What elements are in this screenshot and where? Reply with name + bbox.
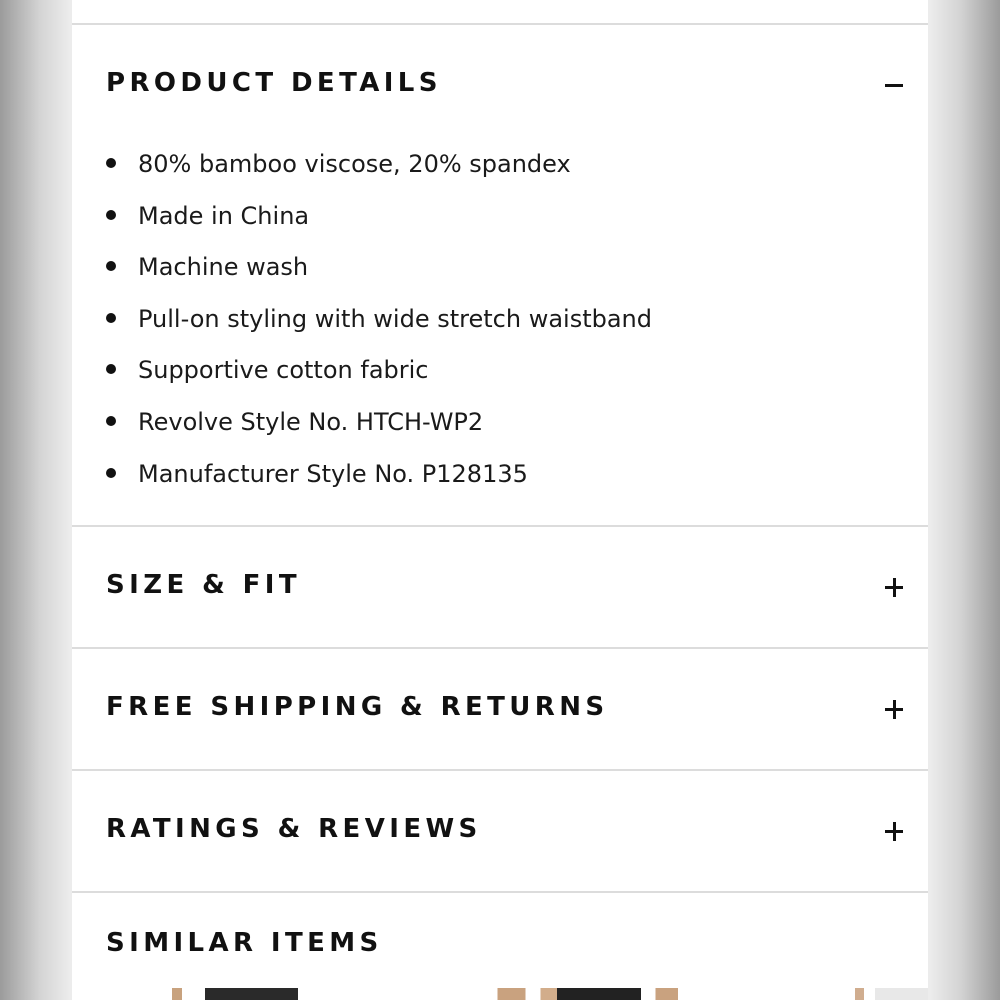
similar-item-image[interactable] [492, 988, 678, 1000]
detail-text: Manufacturer Style No. P128135 [138, 460, 528, 488]
shipping-returns-title: FREE SHIPPING & RETURNS [106, 692, 609, 722]
divider [72, 891, 928, 893]
list-item: Pull-on styling with wide stretch waistb… [72, 299, 772, 339]
list-item: Made in China [72, 196, 772, 236]
similar-items-title: SIMILAR ITEMS [106, 928, 383, 958]
list-item: Revolve Style No. HTCH-WP2 [72, 402, 772, 442]
list-item: Manufacturer Style No. P128135 [72, 454, 772, 494]
list-item: 80% bamboo viscose, 20% spandex [72, 144, 772, 184]
detail-text: 80% bamboo viscose, 20% spandex [138, 150, 571, 178]
bullet-icon [106, 364, 116, 374]
divider [72, 23, 928, 25]
detail-text: Made in China [138, 202, 310, 230]
similar-item-image[interactable] [852, 988, 928, 1000]
bullet-icon [106, 210, 116, 220]
detail-text: Machine wash [138, 253, 309, 281]
bullet-icon [106, 261, 116, 271]
plus-icon[interactable] [882, 576, 906, 600]
divider [72, 525, 928, 527]
size-fit-title: SIZE & FIT [106, 570, 301, 600]
similar-item-image[interactable] [172, 988, 298, 1000]
divider [72, 769, 928, 771]
divider [72, 647, 928, 649]
bullet-icon [106, 416, 116, 426]
list-item: Supportive cotton fabric [72, 350, 772, 390]
product-details-title: PRODUCT DETAILS [106, 68, 442, 98]
bullet-icon [106, 313, 116, 323]
bullet-icon [106, 468, 116, 478]
minus-icon[interactable] [882, 74, 906, 98]
plus-icon[interactable] [882, 820, 906, 844]
page-background: { "sections": { "product_details": { "ti… [0, 0, 1000, 1000]
list-item: Machine wash [72, 247, 772, 287]
detail-text: Pull-on styling with wide stretch waistb… [138, 305, 652, 333]
detail-text: Revolve Style No. HTCH-WP2 [138, 408, 484, 436]
bullet-icon [106, 158, 116, 168]
detail-text: Supportive cotton fabric [138, 356, 429, 384]
plus-icon[interactable] [882, 698, 906, 722]
ratings-reviews-title: RATINGS & REVIEWS [106, 814, 482, 844]
product-info-panel: PRODUCT DETAILS 80% bamboo viscose, 20% … [72, 0, 928, 1000]
